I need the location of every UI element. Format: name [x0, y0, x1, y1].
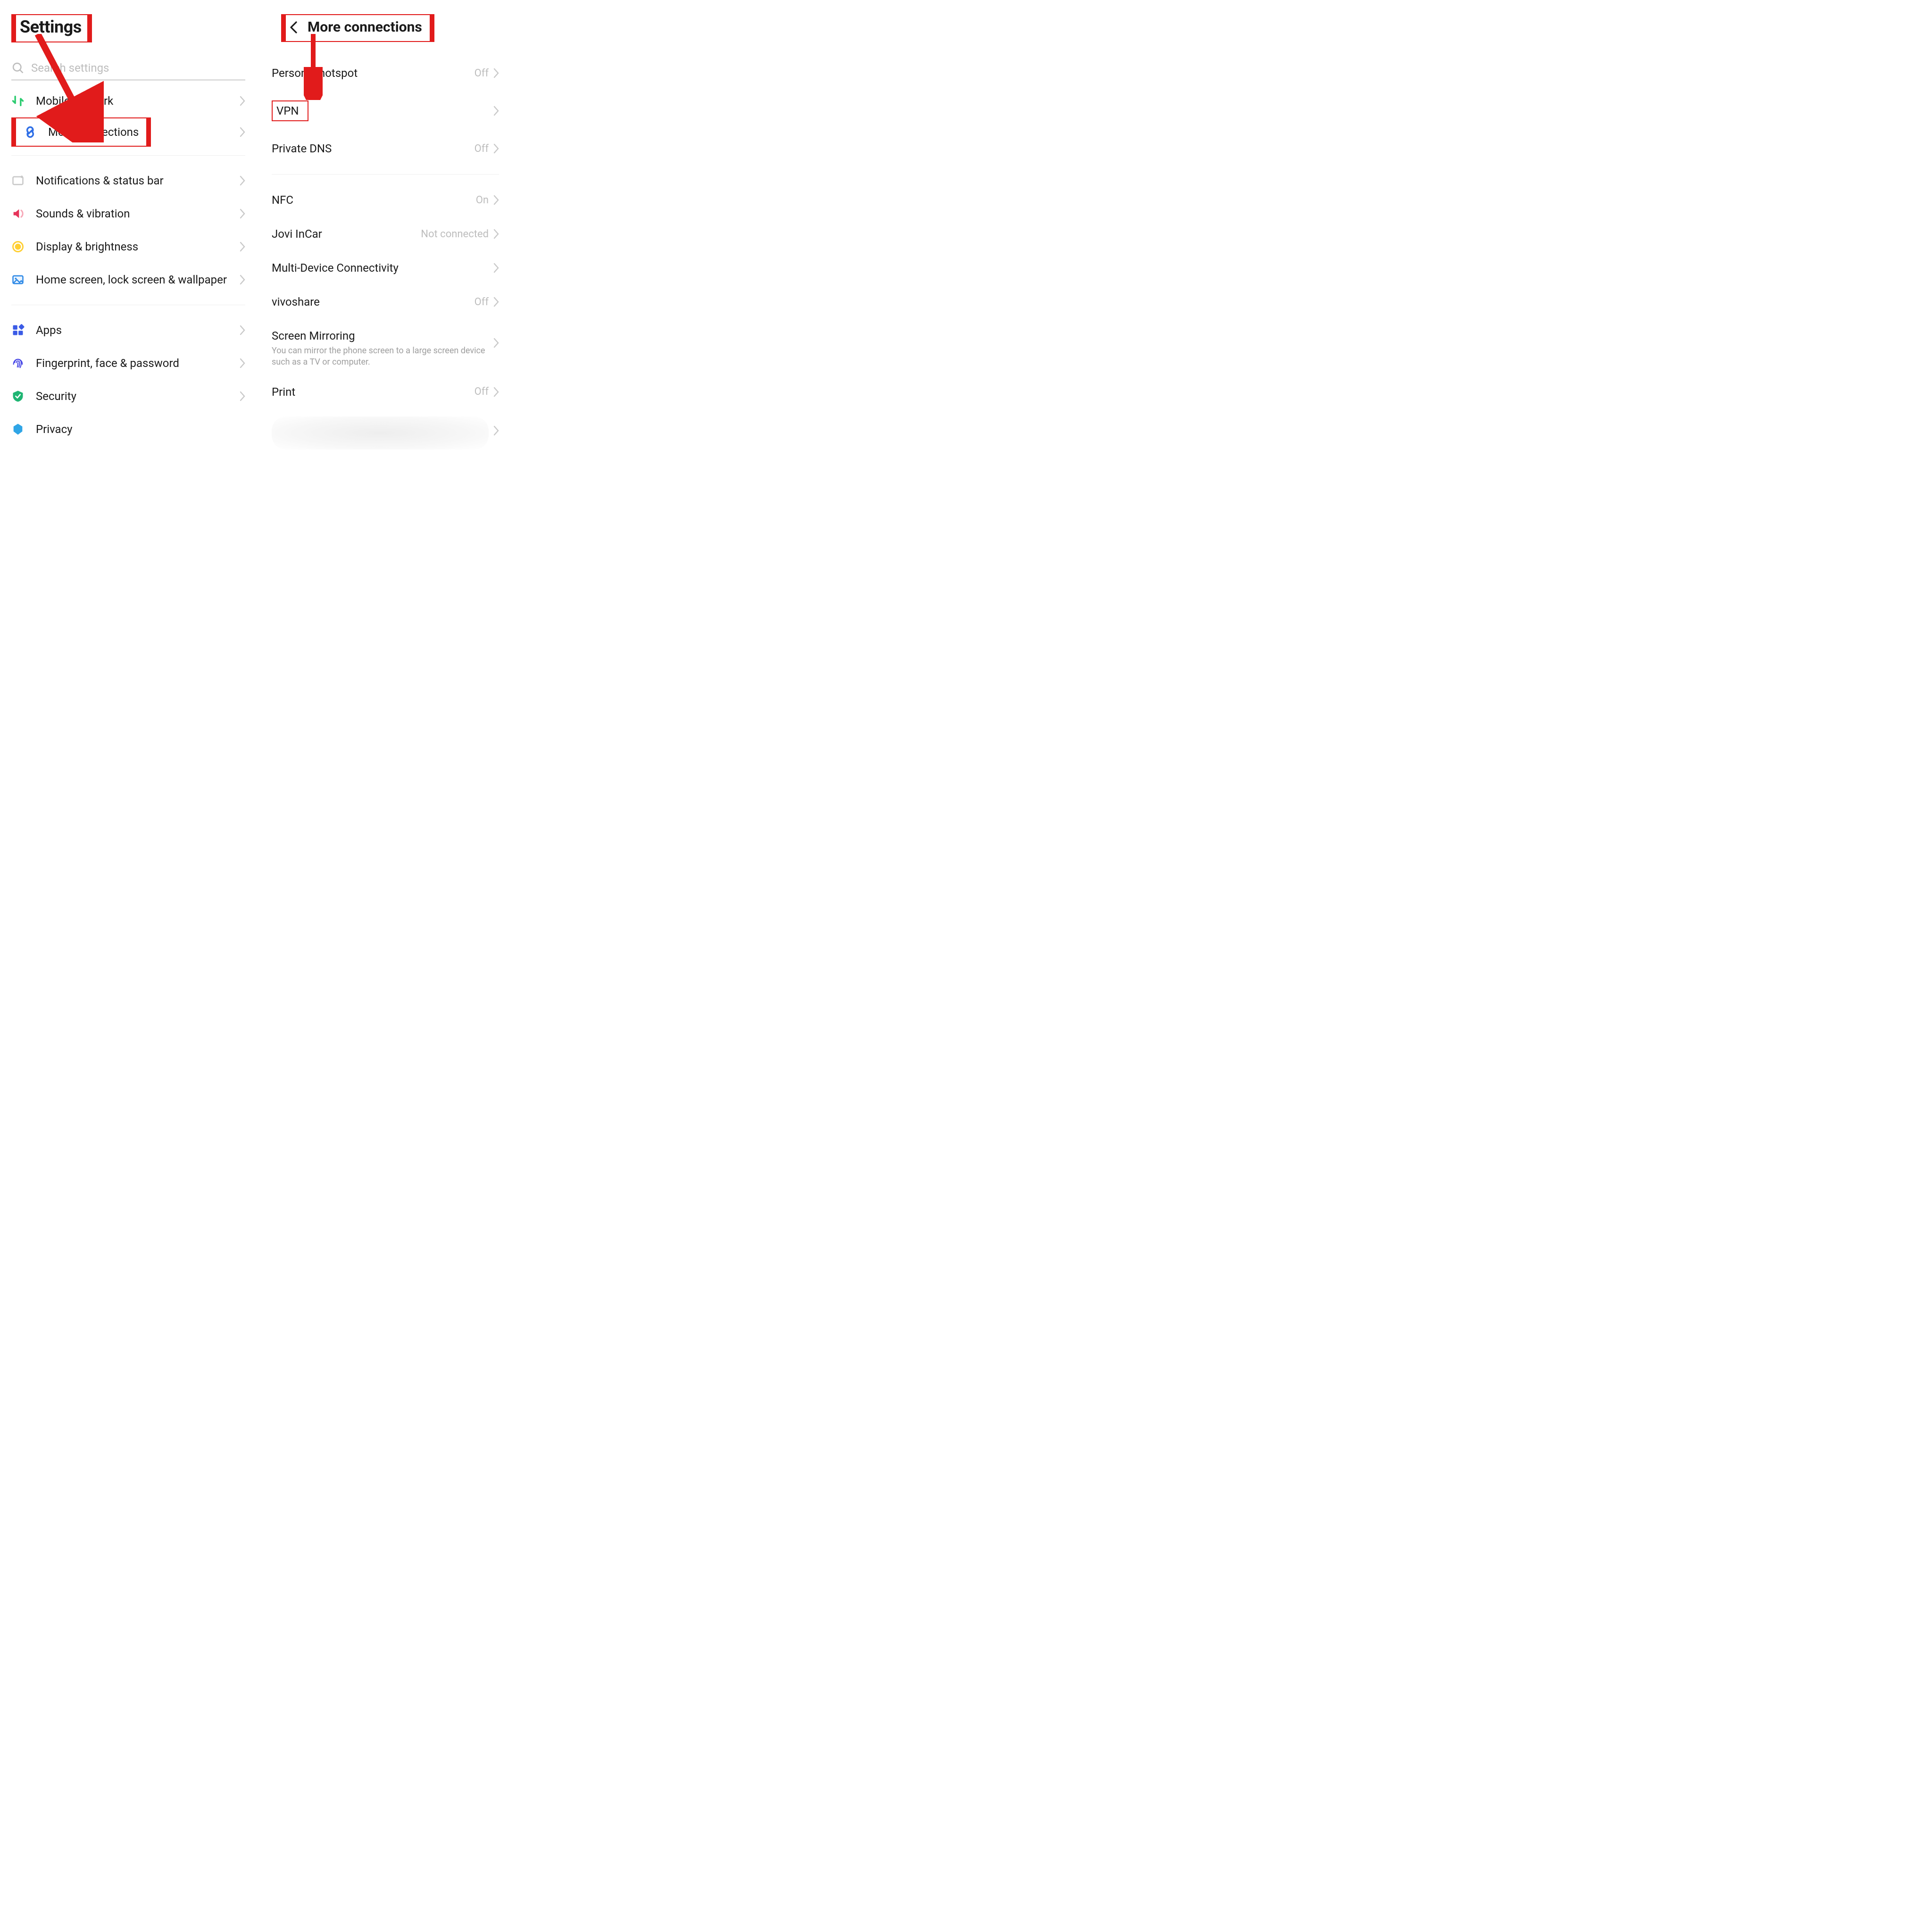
shield-icon [11, 390, 25, 403]
item-label: Personal hotspot [272, 67, 475, 80]
item-mobile-network[interactable]: Mobile network [11, 84, 245, 117]
chevron-right-icon [240, 175, 245, 186]
item-personal-hotspot[interactable]: Personal hotspot Off [272, 56, 499, 90]
settings-panel: Settings Search settings [0, 0, 257, 513]
item-multi-device[interactable]: Multi-Device Connectivity [272, 251, 499, 285]
page-title: More connections [308, 19, 422, 35]
privacy-icon [11, 423, 25, 436]
chevron-right-icon [493, 425, 499, 436]
chevron-right-icon [240, 391, 245, 401]
item-redacted[interactable] [272, 409, 499, 460]
chevron-right-icon [240, 96, 245, 106]
item-home-screen[interactable]: Home screen, lock screen & wallpaper [11, 263, 245, 296]
chevron-right-icon [240, 275, 245, 285]
fingerprint-icon [11, 357, 25, 370]
redacted-label [272, 416, 489, 450]
item-label: Print [272, 385, 475, 399]
item-label: Private DNS [272, 142, 475, 155]
item-sounds[interactable]: Sounds & vibration [11, 197, 245, 230]
item-label: Mobile network [36, 94, 228, 108]
settings-title-box: Settings [11, 14, 92, 42]
chevron-right-icon [493, 68, 499, 78]
chevron-right-icon [240, 208, 245, 219]
item-status: Off [475, 143, 489, 155]
sound-icon [11, 207, 25, 220]
chevron-right-icon [493, 106, 499, 116]
more-connections-panel: More connections Personal hotspot Off VP… [257, 0, 513, 513]
search-placeholder: Search settings [31, 61, 109, 75]
header-more-connections: More connections [281, 14, 434, 42]
item-label: More connections [48, 125, 139, 139]
chevron-right-icon [493, 229, 499, 239]
item-subtext: You can mirror the phone screen to a lar… [272, 345, 493, 368]
chevron-right-icon [493, 195, 499, 205]
item-vpn[interactable]: VPN [272, 90, 499, 132]
item-notifications[interactable]: Notifications & status bar [11, 164, 245, 197]
link-icon [24, 125, 37, 139]
mobile-network-icon [11, 94, 25, 108]
item-label: vivoshare [272, 295, 475, 308]
item-jovi-incar[interactable]: Jovi InCar Not connected [272, 217, 499, 251]
item-display[interactable]: Display & brightness [11, 230, 245, 263]
item-label: Home screen, lock screen & wallpaper [36, 273, 228, 287]
item-label: Apps [36, 323, 228, 337]
item-status: On [476, 194, 489, 206]
item-status: Off [475, 386, 489, 398]
item-label: Display & brightness [36, 240, 228, 254]
search-settings[interactable]: Search settings [11, 61, 245, 81]
item-nfc[interactable]: NFC On [272, 183, 499, 217]
item-label: Screen Mirroring [272, 329, 493, 342]
item-label: Jovi InCar [272, 227, 421, 241]
item-label: Privacy [36, 422, 245, 436]
item-print[interactable]: Print Off [272, 375, 499, 409]
item-label: Fingerprint, face & password [36, 356, 228, 370]
item-vivoshare[interactable]: vivoshare Off [272, 285, 499, 319]
item-screen-mirroring[interactable]: Screen Mirroring You can mirror the phon… [272, 319, 499, 375]
apps-icon [11, 324, 25, 337]
page-title: Settings [20, 17, 82, 37]
chevron-right-icon [493, 297, 499, 307]
brightness-icon [11, 240, 25, 253]
item-label: Notifications & status bar [36, 174, 228, 188]
item-security[interactable]: Security [11, 380, 245, 413]
chevron-right-icon [240, 242, 245, 252]
divider [11, 155, 245, 156]
item-fingerprint[interactable]: Fingerprint, face & password [11, 347, 245, 380]
item-apps[interactable]: Apps [11, 314, 245, 347]
item-label: NFC [272, 193, 476, 207]
notifications-icon [11, 174, 25, 187]
item-more-connections[interactable]: More connections [11, 117, 245, 147]
item-status: Off [475, 67, 489, 79]
chevron-right-icon [240, 325, 245, 335]
chevron-right-icon [493, 387, 499, 397]
chevron-right-icon [240, 358, 245, 368]
chevron-right-icon [240, 127, 245, 137]
item-label: Security [36, 389, 228, 403]
item-block: Screen Mirroring You can mirror the phon… [272, 329, 493, 368]
divider [272, 174, 499, 175]
item-label: VPN [276, 104, 299, 117]
search-icon [11, 61, 25, 75]
item-privacy[interactable]: Privacy [11, 413, 245, 446]
chevron-right-icon [493, 263, 499, 273]
back-icon[interactable] [289, 21, 299, 34]
wallpaper-icon [11, 273, 25, 286]
chevron-right-icon [493, 143, 499, 154]
item-status: Off [475, 296, 489, 308]
chevron-right-icon [493, 338, 499, 348]
item-label: Multi-Device Connectivity [272, 261, 493, 275]
item-label: Sounds & vibration [36, 207, 228, 221]
item-status: Not connected [421, 228, 489, 240]
item-private-dns[interactable]: Private DNS Off [272, 132, 499, 166]
